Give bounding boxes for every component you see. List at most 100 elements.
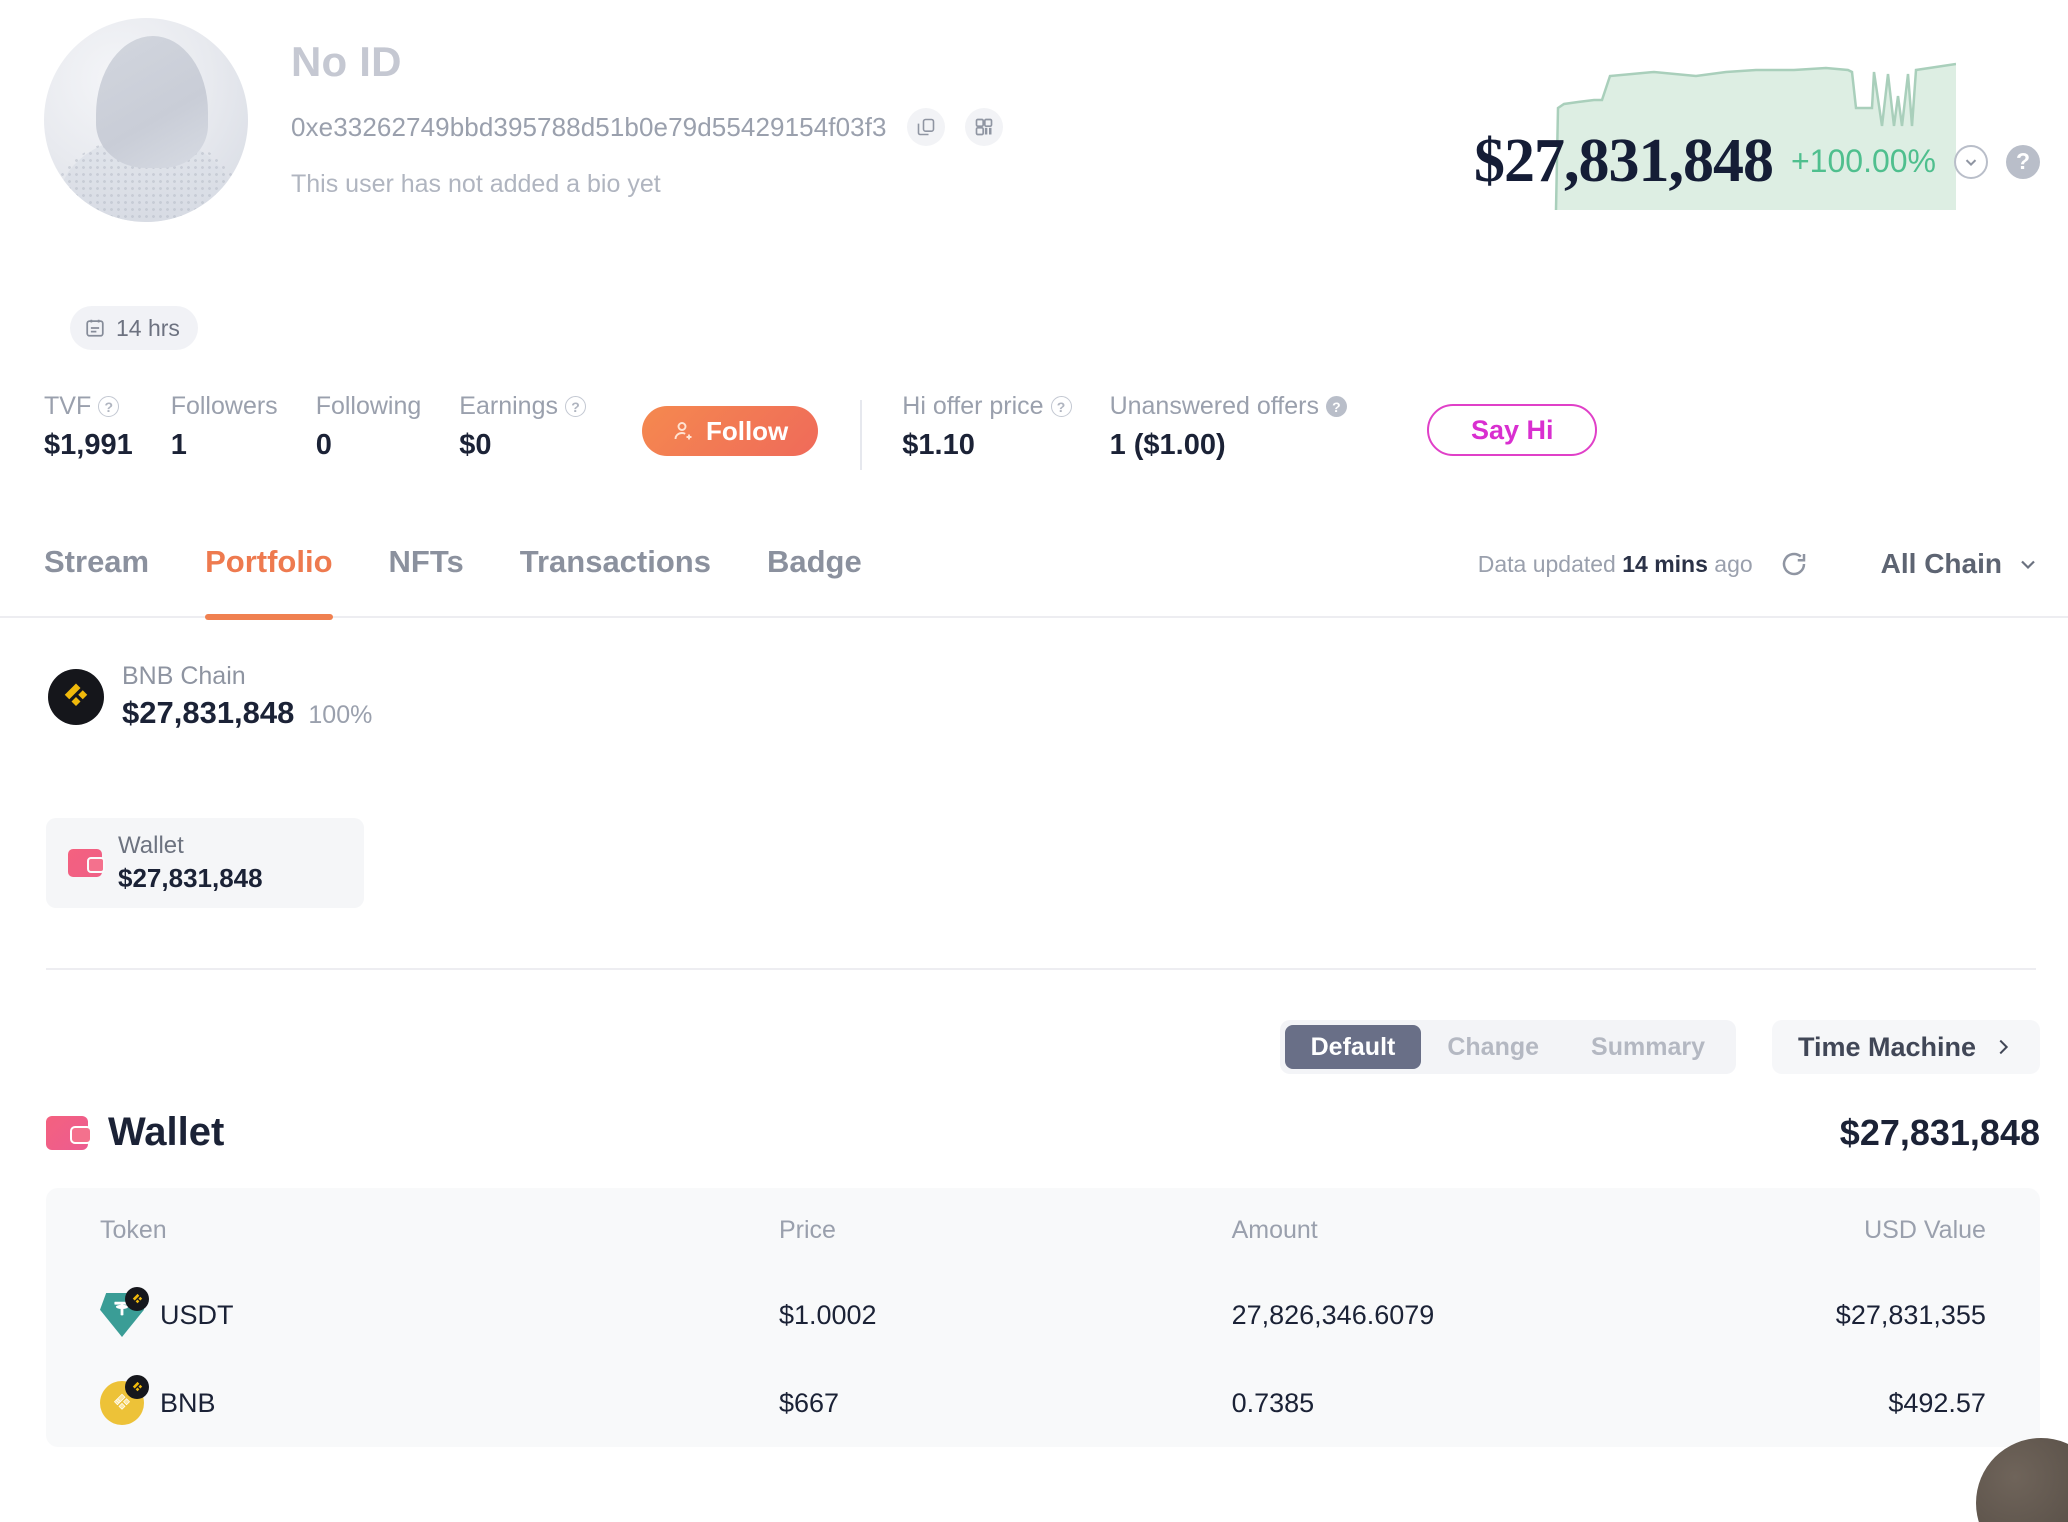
refresh-icon[interactable] (1779, 549, 1809, 579)
wallet-icon (68, 849, 102, 877)
follow-button-label: Follow (706, 416, 788, 447)
avatar-head (96, 36, 208, 168)
wallet-icon (46, 1116, 88, 1150)
chevron-down-icon[interactable] (1954, 145, 1988, 179)
column-header-token: Token (100, 1216, 779, 1245)
qr-code-icon[interactable] (965, 108, 1003, 146)
table-row[interactable]: USDT $1.0002 27,826,346.6079 $27,831,355 (46, 1271, 2040, 1359)
view-mode-toggle: Default Change Summary (1280, 1020, 1736, 1074)
tab-portfolio[interactable]: Portfolio (205, 530, 332, 618)
stat-earnings: Earnings ? $0 (459, 392, 586, 462)
updated-suffix: ago (1714, 551, 1752, 577)
token-usd-value: $492.57 (1665, 1388, 1986, 1419)
token-amount: 27,826,346.6079 (1232, 1300, 1666, 1331)
activity-badge: 14 hrs (70, 306, 198, 350)
wallet-section-total: $27,831,848 (1840, 1112, 2040, 1154)
avatar (44, 18, 248, 222)
time-machine-label: Time Machine (1798, 1032, 1976, 1063)
stat-tvf: TVF ? $1,991 (44, 392, 133, 462)
tab-bar: Stream Portfolio NFTs Transactions Badge… (0, 530, 2068, 618)
usdt-icon (100, 1293, 144, 1337)
bnb-badge (125, 1375, 149, 1399)
divider (860, 400, 862, 470)
table-header-row: Token Price Amount USD Value (46, 1188, 2040, 1271)
wallet-token-table: Token Price Amount USD Value (46, 1188, 2040, 1447)
tab-badge[interactable]: Badge (767, 530, 862, 618)
stat-following[interactable]: Following 0 (316, 392, 422, 462)
token-cell: BNB (100, 1381, 779, 1425)
stat-value: $1.10 (902, 429, 1071, 462)
view-mode-summary[interactable]: Summary (1565, 1025, 1731, 1069)
token-amount: 0.7385 (1232, 1388, 1666, 1419)
balance-row: $27,831,848 +100.00% ? (1474, 126, 2040, 197)
stat-value: 0 (316, 429, 422, 462)
stat-label: Earnings (459, 392, 558, 421)
help-icon[interactable]: ? (565, 396, 586, 417)
stat-label: TVF (44, 392, 91, 421)
wallet-address: 0xe33262749bbd395788d51b0e79d55429154f03… (291, 112, 887, 143)
column-header-amount: Amount (1232, 1216, 1666, 1245)
column-header-price: Price (779, 1216, 1232, 1245)
token-symbol: BNB (160, 1388, 216, 1419)
stat-value: $1,991 (44, 429, 133, 462)
stat-value: $0 (459, 429, 586, 462)
chain-summary[interactable]: BNB Chain $27,831,848 100% (48, 662, 372, 731)
help-icon[interactable]: ? (98, 396, 119, 417)
column-header-usd-value: USD Value (1665, 1216, 1986, 1245)
activity-badge-label: 14 hrs (116, 315, 180, 342)
profile-header: No ID 0xe33262749bbd395788d51b0e79d55429… (0, 0, 2068, 270)
stat-value: 1 ($1.00) (1110, 429, 1347, 462)
help-circle-icon[interactable]: ? (2006, 145, 2040, 179)
table-row[interactable]: BNB $667 0.7385 $492.57 (46, 1359, 2040, 1447)
balance-change: +100.00% (1791, 143, 1936, 180)
tab-stream[interactable]: Stream (44, 530, 149, 618)
stat-label: Hi offer price (902, 392, 1043, 421)
token-usd-value: $27,831,355 (1665, 1300, 1986, 1331)
data-updated-text: Data updated 14 mins ago (1478, 551, 1753, 578)
token-price: $667 (779, 1388, 1232, 1419)
wallet-summary-card[interactable]: Wallet $27,831,848 (46, 818, 364, 908)
view-mode-default[interactable]: Default (1285, 1025, 1422, 1069)
profile-page: No ID 0xe33262749bbd395788d51b0e79d55429… (0, 0, 2068, 1522)
wallet-section-title: Wallet (108, 1110, 224, 1155)
tab-transactions[interactable]: Transactions (520, 530, 711, 618)
wallet-card-label: Wallet (118, 832, 263, 860)
token-price: $1.0002 (779, 1300, 1232, 1331)
total-balance: $27,831,848 (1474, 126, 1773, 197)
wallet-section-header: Wallet $27,831,848 (46, 1110, 2040, 1155)
view-mode-change[interactable]: Change (1421, 1025, 1565, 1069)
stat-unanswered-offers: Unanswered offers ? 1 ($1.00) (1110, 392, 1347, 462)
stat-value: 1 (171, 429, 278, 462)
follow-button[interactable]: Follow (642, 406, 818, 456)
say-hi-button[interactable]: Say Hi (1427, 404, 1598, 456)
stat-followers[interactable]: Followers 1 (171, 392, 278, 462)
chain-name: BNB Chain (122, 662, 372, 691)
chain-filter-dropdown[interactable]: All Chain (1881, 548, 2040, 580)
chain-filter-label: All Chain (1881, 548, 2002, 580)
address-row: 0xe33262749bbd395788d51b0e79d55429154f03… (291, 108, 1003, 146)
copy-icon[interactable] (907, 108, 945, 146)
profile-bio: This user has not added a bio yet (291, 170, 661, 199)
time-machine-button[interactable]: Time Machine (1772, 1020, 2040, 1074)
token-symbol: USDT (160, 1300, 234, 1331)
wallet-card-value: $27,831,848 (118, 863, 263, 894)
user-plus-icon (672, 419, 696, 443)
stat-hi-offer-price: Hi offer price ? $1.10 (902, 392, 1071, 462)
chain-info: BNB Chain $27,831,848 100% (122, 662, 372, 731)
help-icon[interactable]: ? (1051, 396, 1072, 417)
token-cell: USDT (100, 1293, 779, 1337)
chain-amount: $27,831,848 (122, 695, 294, 731)
updated-value: 14 mins (1622, 551, 1708, 577)
stat-label: Unanswered offers (1110, 392, 1319, 421)
tab-nfts[interactable]: NFTs (389, 530, 464, 618)
stat-label: Following (316, 392, 422, 421)
chain-percent: 100% (308, 701, 372, 730)
bnb-icon (100, 1381, 144, 1425)
page-title: No ID (291, 38, 402, 86)
help-icon[interactable]: ? (1326, 396, 1347, 417)
bnb-badge (125, 1287, 149, 1311)
floating-action-button[interactable] (1976, 1438, 2068, 1522)
bnb-chain-logo (48, 669, 104, 725)
profile-stats: TVF ? $1,991 Followers 1 Following 0 Ear… (44, 392, 1597, 470)
tab-toolbar: Data updated 14 mins ago All Chain (1478, 548, 2040, 580)
